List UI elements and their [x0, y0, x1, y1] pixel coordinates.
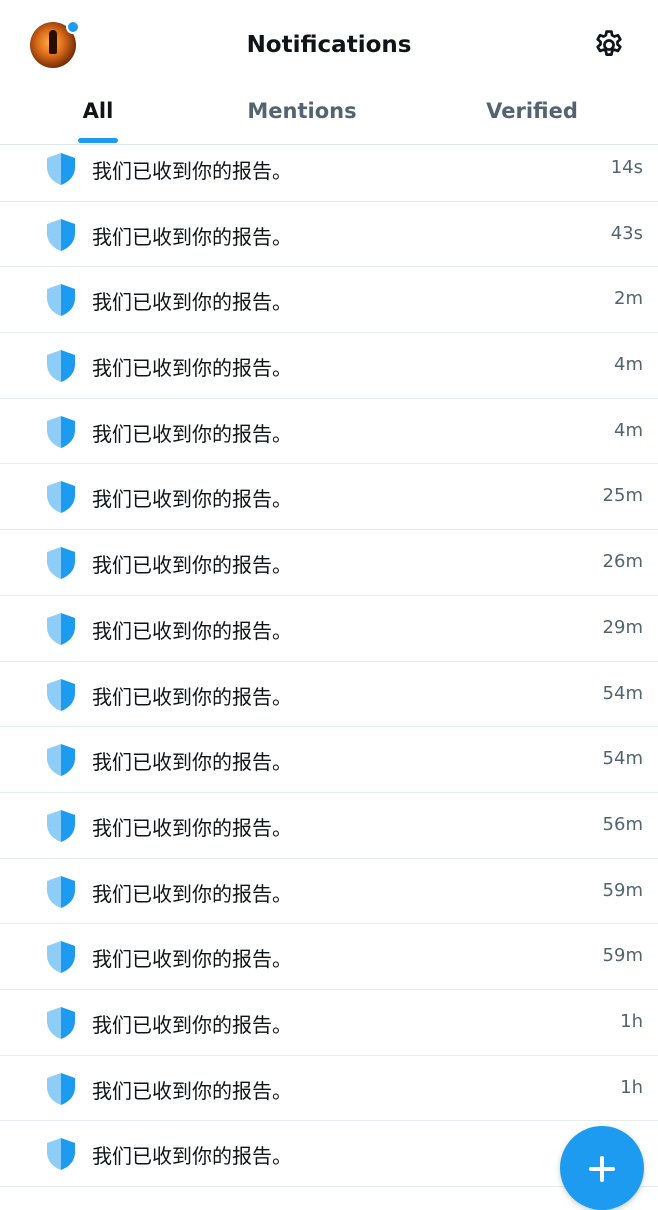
notification-text: 我们已收到你的报告。 [92, 1078, 292, 1103]
notification-item[interactable]: 我们已收到你的报告。 54m [0, 662, 658, 728]
compose-button[interactable] [560, 1126, 644, 1210]
shield-icon [47, 1138, 75, 1171]
notification-text: 我们已收到你的报告。 [92, 750, 292, 775]
notification-text: 我们已收到你的报告。 [92, 421, 292, 446]
shield-icon [47, 547, 75, 580]
notification-time: 54m [602, 682, 643, 704]
notification-time: 1h [620, 1010, 643, 1032]
page-title: Notifications [246, 32, 412, 58]
notification-text: 我们已收到你的报告。 [92, 553, 292, 578]
notification-time: 59m [602, 945, 643, 967]
notification-item[interactable]: 我们已收到你的报告。 1h [0, 1056, 658, 1122]
shield-icon [47, 153, 75, 185]
notification-text: 我们已收到你的报告。 [92, 487, 292, 512]
gear-icon[interactable] [592, 28, 626, 62]
notification-time: 43s [610, 222, 643, 244]
shield-icon [47, 1006, 75, 1039]
shield-icon [47, 612, 75, 645]
notification-item[interactable]: 我们已收到你的报告。 54m [0, 727, 658, 793]
shield-icon [47, 218, 75, 251]
shield-icon [47, 875, 75, 908]
plus-icon-bar [589, 1167, 615, 1171]
notification-time: 4m [614, 354, 643, 376]
notification-text: 我们已收到你的报告。 [92, 947, 292, 972]
shield-icon [47, 415, 75, 448]
shield-icon [47, 350, 75, 383]
notification-text: 我们已收到你的报告。 [92, 881, 292, 906]
notification-text: 我们已收到你的报告。 [92, 1012, 292, 1037]
notification-item[interactable]: 我们已收到你的报告。 29m [0, 596, 658, 662]
notification-item[interactable]: 我们已收到你的报告。 4m [0, 333, 658, 399]
notification-list: 我们已收到你的报告。 14s 我们已收到你的报告。 43s 我们已收到你的报告。 2m 我们… [0, 136, 658, 1187]
notification-item[interactable]: 我们已收到你的报告。 26m [0, 530, 658, 596]
shield-icon [47, 809, 75, 842]
notification-item[interactable]: 我们已收到你的报告。 [0, 1121, 658, 1187]
notification-item[interactable]: 我们已收到你的报告。 1h [0, 990, 658, 1056]
notification-text: 我们已收到你的报告。 [92, 1144, 292, 1169]
notification-time: 4m [614, 419, 643, 441]
shield-icon [47, 744, 75, 777]
notification-time: 56m [602, 813, 643, 835]
notification-text: 我们已收到你的报告。 [92, 618, 292, 643]
tab-verified-label: Verified [486, 99, 578, 123]
shield-icon [47, 678, 75, 711]
notification-item[interactable]: 我们已收到你的报告。 4m [0, 399, 658, 465]
shield-icon [47, 284, 75, 317]
notification-text: 我们已收到你的报告。 [92, 356, 292, 381]
notification-item[interactable]: 我们已收到你的报告。 2m [0, 267, 658, 334]
tab-mentions-label: Mentions [247, 99, 357, 123]
notification-time: 2m [614, 288, 643, 310]
notification-text: 我们已收到你的报告。 [92, 290, 292, 315]
notification-item[interactable]: 我们已收到你的报告。 25m [0, 464, 658, 531]
notification-time: 54m [602, 748, 643, 770]
notification-time: 29m [602, 616, 643, 638]
notification-time: 1h [620, 1076, 643, 1098]
notification-time: 14s [610, 157, 643, 178]
notification-item[interactable]: 我们已收到你的报告。 56m [0, 793, 658, 859]
notification-item[interactable]: 我们已收到你的报告。 59m [0, 859, 658, 925]
notification-time: 25m [602, 485, 643, 507]
notification-time: 59m [602, 879, 643, 901]
notification-time: 26m [602, 551, 643, 573]
top-bar: Notifications [0, 0, 658, 90]
notification-text: 我们已收到你的报告。 [92, 159, 292, 183]
shield-icon [47, 941, 75, 974]
shield-icon [47, 481, 75, 514]
notification-text: 我们已收到你的报告。 [92, 684, 292, 709]
notification-text: 我们已收到你的报告。 [92, 224, 292, 249]
tab-all-label: All [82, 99, 114, 123]
notification-item[interactable]: 我们已收到你的报告。 14s [0, 136, 658, 202]
notification-text: 我们已收到你的报告。 [92, 815, 292, 840]
notification-item[interactable]: 我们已收到你的报告。 43s [0, 202, 658, 268]
shield-icon [47, 1072, 75, 1105]
notification-item[interactable]: 我们已收到你的报告。 59m [0, 924, 658, 990]
